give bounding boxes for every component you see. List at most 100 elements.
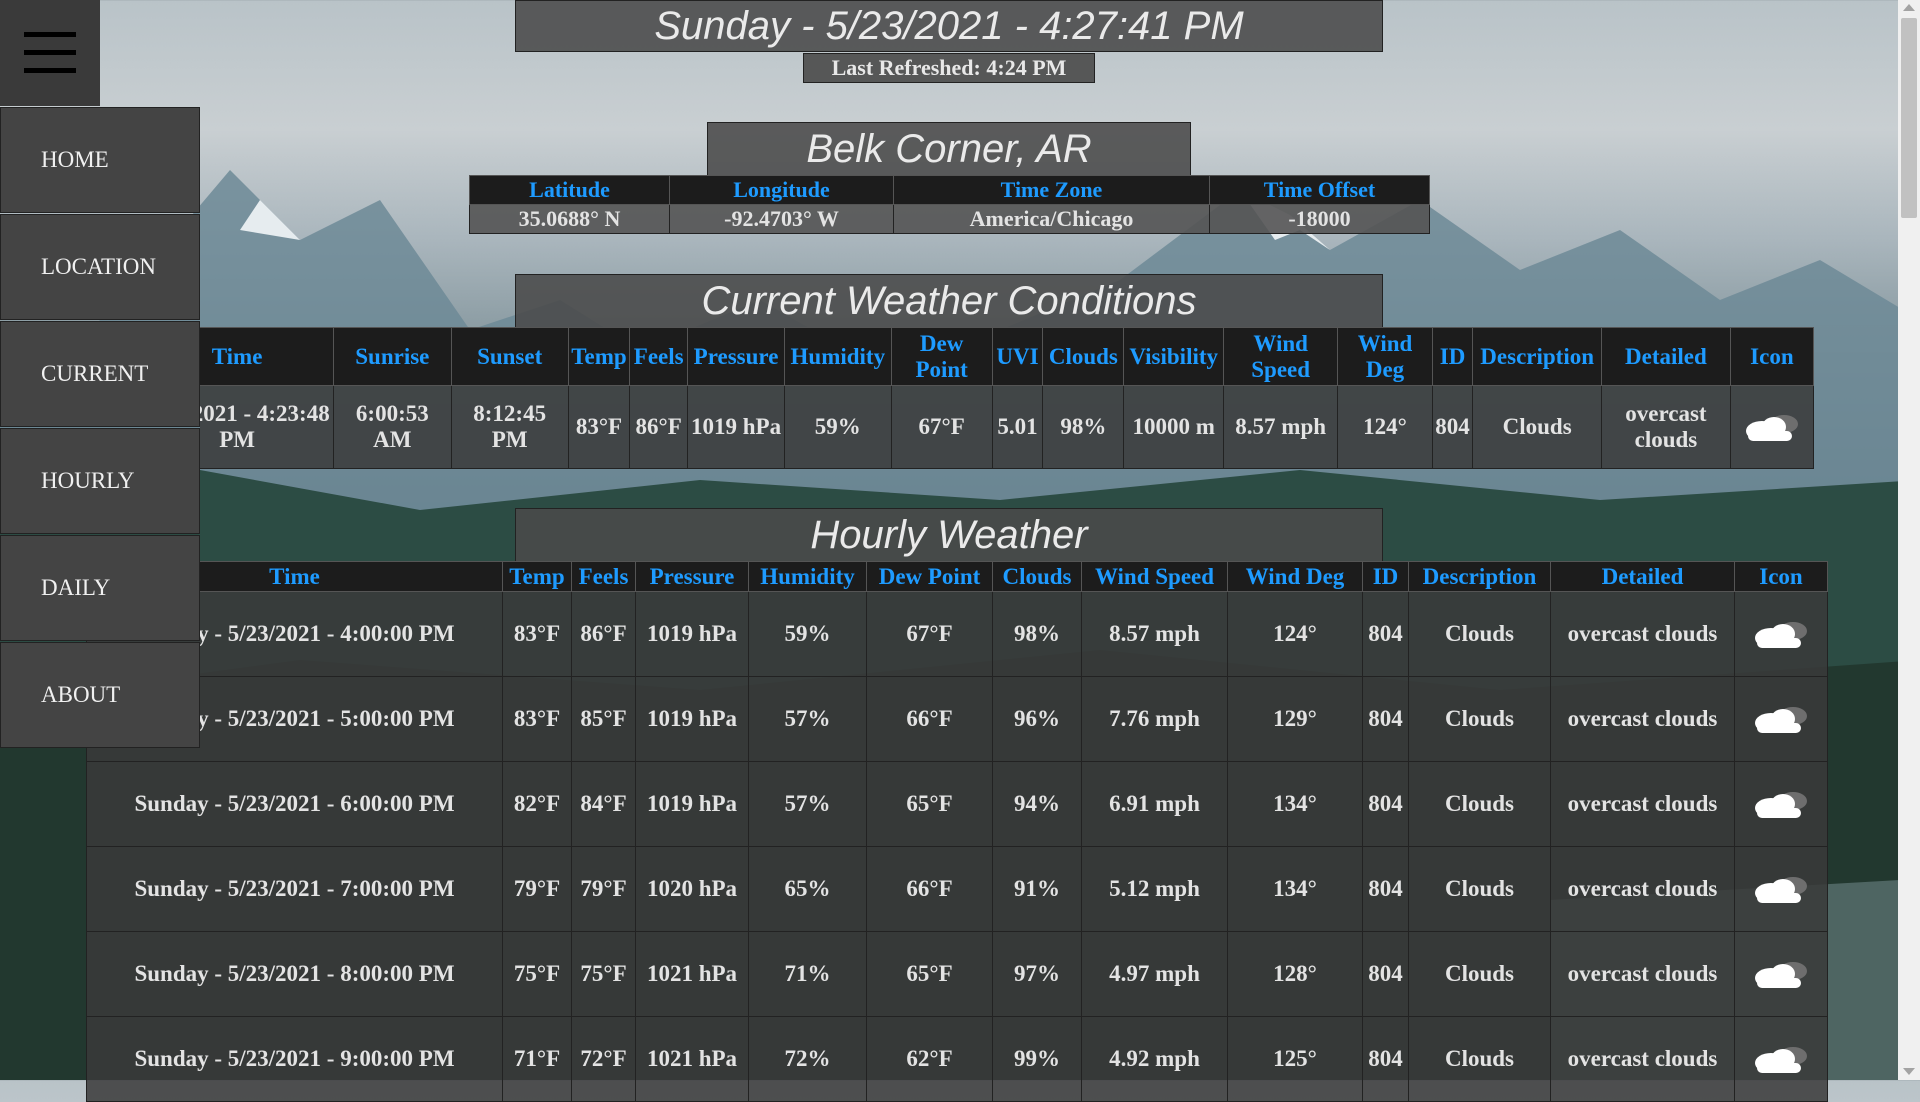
hourly-detailed: overcast clouds xyxy=(1550,931,1735,1017)
current-table-clip: Time Sunrise Sunset Temp Feels Pressure … xyxy=(200,327,1814,469)
scrollbar-thumb[interactable] xyxy=(1901,18,1917,218)
hourly-id: 804 xyxy=(1362,761,1409,847)
hourly-pressure: 1021 hPa xyxy=(635,1016,749,1102)
hourly-time: Sunday - 5/23/2021 - 9:00:00 PM xyxy=(86,1016,503,1102)
hourly-dewpoint: 65°F xyxy=(866,931,993,1017)
hamburger-icon xyxy=(24,32,76,37)
hourly-id: 804 xyxy=(1362,846,1409,932)
hourly-dewpoint: 66°F xyxy=(866,846,993,932)
current-header-clouds: Clouds xyxy=(1042,327,1125,386)
hourly-description: Clouds xyxy=(1408,1016,1551,1102)
current-sunrise: 6:00:53 AM xyxy=(333,385,452,469)
hourly-header-winddeg: Wind Deg xyxy=(1227,561,1363,592)
current-header-row: Time Sunrise Sunset Temp Feels Pressure … xyxy=(200,327,1814,386)
hourly-feels: 75°F xyxy=(571,931,636,1017)
hourly-pressure: 1020 hPa xyxy=(635,846,749,932)
hourly-header-windspeed: Wind Speed xyxy=(1081,561,1228,592)
current-header-uvi: UVI xyxy=(991,327,1044,386)
hourly-row: Sunday - 5/23/2021 - 5:00:00 PM 83°F 85°F 1… xyxy=(86,676,1828,762)
current-header-dewpoint: Dew Point xyxy=(890,327,993,386)
hamburger-icon xyxy=(24,50,76,55)
hourly-id: 804 xyxy=(1362,931,1409,1017)
hourly-feels: 79°F xyxy=(571,846,636,932)
longitude-value: -92.4703° W xyxy=(669,204,894,234)
hourly-windspeed: 5.12 mph xyxy=(1081,846,1228,932)
hourly-header-icon: Icon xyxy=(1734,561,1828,592)
hourly-winddeg: 125° xyxy=(1227,1016,1363,1102)
location-title: Belk Corner, AR xyxy=(707,122,1191,176)
hourly-header-dewpoint: Dew Point xyxy=(866,561,993,592)
hourly-row: Sunday - 5/23/2021 - 6:00:00 PM 82°F 84°F 1… xyxy=(86,761,1828,847)
current-pressure: 1019 hPa xyxy=(687,385,785,469)
current-humidity: 59% xyxy=(783,385,892,469)
hourly-windspeed: 6.91 mph xyxy=(1081,761,1228,847)
hourly-header-clouds: Clouds xyxy=(992,561,1082,592)
hourly-clouds: 97% xyxy=(992,931,1082,1017)
hourly-header-feels: Feels xyxy=(571,561,636,592)
hourly-windspeed: 4.92 mph xyxy=(1081,1016,1228,1102)
hourly-id: 804 xyxy=(1362,676,1409,762)
nav-menu: HOME LOCATION CURRENT HOURLY DAILY ABOUT xyxy=(0,107,200,749)
datetime-banner: Sunday - 5/23/2021 - 4:27:41 PM xyxy=(515,0,1383,52)
hourly-winddeg: 128° xyxy=(1227,931,1363,1017)
hourly-dewpoint: 67°F xyxy=(866,591,993,677)
nav-item-daily[interactable]: DAILY xyxy=(0,535,200,641)
hourly-temp: 82°F xyxy=(502,761,572,847)
hourly-header-description: Description xyxy=(1408,561,1551,592)
hourly-time: Sunday - 5/23/2021 - 8:00:00 PM xyxy=(86,931,503,1017)
datetime-text: Sunday - 5/23/2021 - 4:27:41 PM xyxy=(654,4,1244,48)
current-winddeg: 124° xyxy=(1337,385,1433,469)
current-visibility: 10000 m xyxy=(1123,385,1225,469)
current-header-windspeed: Wind Speed xyxy=(1223,327,1339,386)
scroll-down-arrow-icon[interactable] xyxy=(1903,1068,1915,1075)
overcast-clouds-icon xyxy=(1745,415,1798,441)
hourly-detailed: overcast clouds xyxy=(1550,1016,1735,1102)
hourly-windspeed: 8.57 mph xyxy=(1081,591,1228,677)
current-header-icon: Icon xyxy=(1729,327,1814,386)
current-id: 804 xyxy=(1431,385,1474,469)
hourly-pressure: 1021 hPa xyxy=(635,931,749,1017)
current-header-humidity: Humidity xyxy=(783,327,892,386)
scroll-up-arrow-icon[interactable] xyxy=(1903,4,1915,11)
hourly-description: Clouds xyxy=(1408,931,1551,1017)
current-clouds: 98% xyxy=(1042,385,1125,469)
location-value-row: 35.0688° N -92.4703° W America/Chicago -… xyxy=(469,204,1430,234)
current-header-sunset: Sunset xyxy=(450,327,569,386)
nav-item-hourly[interactable]: HOURLY xyxy=(0,428,200,534)
hourly-clouds: 94% xyxy=(992,761,1082,847)
nav-item-current[interactable]: CURRENT xyxy=(0,321,200,427)
hourly-temp: 83°F xyxy=(502,676,572,762)
hourly-detailed: overcast clouds xyxy=(1550,846,1735,932)
hourly-row: Sunday - 5/23/2021 - 8:00:00 PM 75°F 75°F 1… xyxy=(86,931,1828,1017)
overcast-clouds-icon xyxy=(1755,707,1807,733)
hourly-row: Sunday - 5/23/2021 - 4:00:00 PM 83°F 86°F 1… xyxy=(86,591,1828,677)
hourly-winddeg: 134° xyxy=(1227,761,1363,847)
hourly-temp: 79°F xyxy=(502,846,572,932)
current-header-time: Time xyxy=(200,327,335,386)
hourly-pressure: 1019 hPa xyxy=(635,676,749,762)
location-name: Belk Corner, AR xyxy=(806,127,1092,171)
hourly-header-detailed: Detailed xyxy=(1550,561,1735,592)
hourly-feels: 72°F xyxy=(571,1016,636,1102)
hourly-icon-cell xyxy=(1734,846,1828,932)
hourly-humidity: 65% xyxy=(748,846,867,932)
hourly-winddeg: 129° xyxy=(1227,676,1363,762)
current-detailed: overcast clouds xyxy=(1601,385,1731,469)
latitude-header: Latitude xyxy=(469,175,670,205)
current-table: Time Sunrise Sunset Temp Feels Pressure … xyxy=(200,327,1814,469)
hourly-description: Clouds xyxy=(1408,846,1551,932)
hourly-clouds: 99% xyxy=(992,1016,1082,1102)
current-dewpoint: 67°F xyxy=(890,385,993,469)
hourly-clouds: 96% xyxy=(992,676,1082,762)
nav-item-home[interactable]: HOME xyxy=(0,107,200,213)
timezone-value: America/Chicago xyxy=(893,204,1210,234)
current-windspeed: 8.57 mph xyxy=(1223,385,1339,469)
overcast-clouds-icon xyxy=(1755,622,1807,648)
hourly-humidity: 59% xyxy=(748,591,867,677)
nav-item-location[interactable]: LOCATION xyxy=(0,214,200,320)
menu-toggle-button[interactable] xyxy=(0,0,100,106)
current-header-temp: Temp xyxy=(567,327,631,386)
current-title-text: Current Weather Conditions xyxy=(701,279,1197,323)
nav-item-about[interactable]: ABOUT xyxy=(0,642,200,748)
hourly-time: Sunday - 5/23/2021 - 7:00:00 PM xyxy=(86,846,503,932)
